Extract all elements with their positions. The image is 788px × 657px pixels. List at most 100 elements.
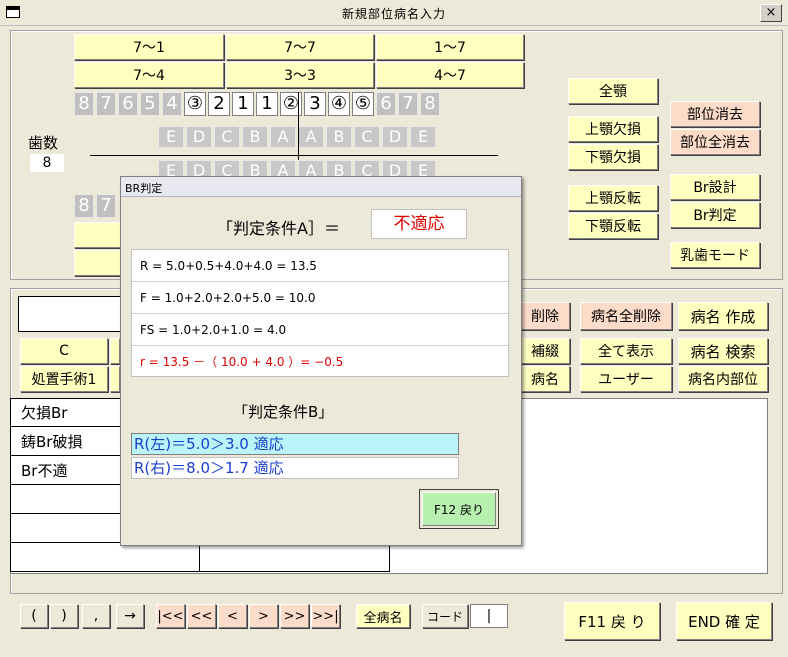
dialog-title: BR判定 xyxy=(121,177,521,197)
disease-button[interactable]: 病名 xyxy=(518,366,570,392)
tooth-count-value: 8 xyxy=(30,154,64,172)
delete-button[interactable]: 削除 xyxy=(518,302,570,330)
deciduous-tooth-button[interactable]: A xyxy=(298,126,324,148)
nav-button[interactable]: < xyxy=(218,604,247,628)
upper-missing-button[interactable]: 上顎欠損 xyxy=(568,116,658,142)
code-input[interactable]: | xyxy=(470,604,508,628)
treatment1-button[interactable]: 処置手術1 xyxy=(20,366,108,392)
tooth-button[interactable]: 8 xyxy=(74,194,94,218)
nav-button[interactable]: > xyxy=(249,604,278,628)
condition-b-left: R(左)＝5.0＞3.0 適応 xyxy=(131,433,459,455)
condition-a-label: 「判定条件A］＝ xyxy=(217,219,340,238)
search-name-button[interactable]: 病名 検索 xyxy=(678,338,768,364)
supplement-button[interactable]: 補綴 xyxy=(518,338,570,364)
end-confirm-button[interactable]: END 確 定 xyxy=(676,602,772,640)
nav-button[interactable]: << xyxy=(187,604,216,628)
tooth-button[interactable]: 3 xyxy=(304,92,326,116)
range-button-1-7[interactable]: 1～7 xyxy=(376,34,524,60)
br-judge-dialog: BR判定 「判定条件A］＝ 不適応 R = 5.0+0.5+4.0+4.0 = … xyxy=(120,176,522,546)
f12-back-button[interactable]: F12 戻り xyxy=(422,492,496,526)
create-name-button[interactable]: 病名 作成 xyxy=(678,302,768,330)
tooth-button[interactable]: 6 xyxy=(376,92,396,116)
paren-close-button[interactable]: ) xyxy=(50,604,78,628)
tooth-button[interactable]: 7 xyxy=(398,92,418,116)
arrow-button[interactable]: → xyxy=(116,604,144,628)
br-design-button[interactable]: Br設計 xyxy=(670,174,760,200)
range-button-lower-left-2[interactable] xyxy=(74,250,124,276)
calc-row-fs: FS = 1.0+2.0+1.0 = 4.0 xyxy=(132,314,508,346)
range-button-lower-left[interactable] xyxy=(74,222,124,248)
c-button[interactable]: C xyxy=(20,338,108,364)
tooth-button[interactable]: 8 xyxy=(420,92,440,116)
lower-missing-button[interactable]: 下顎欠損 xyxy=(568,144,658,170)
disease-list-item[interactable] xyxy=(10,543,200,572)
deciduous-tooth-button[interactable]: C xyxy=(354,126,380,148)
tooth-count-label: 歯数 xyxy=(28,134,59,152)
navigation-buttons: |<< << < > >> >>| xyxy=(156,604,346,628)
tooth-button[interactable]: ④ xyxy=(328,92,350,116)
calc-row-r-result: r = 13.5 －（ 10.0 + 4.0 ）= −0.5 xyxy=(140,354,344,369)
range-button-4-7[interactable]: 4～7 xyxy=(376,62,524,88)
deciduous-tooth-button[interactable]: B xyxy=(326,126,352,148)
upper-teeth-row: 87654③211②3④⑤678 xyxy=(74,92,524,116)
br-judge-button[interactable]: Br判定 xyxy=(670,202,760,228)
upper-invert-button[interactable]: 上顎反転 xyxy=(568,185,658,211)
tooth-button[interactable]: 1 xyxy=(256,92,278,116)
inner-site-button[interactable]: 病名内部位 xyxy=(678,366,768,392)
condition-b-right: R(右)＝8.0＞1.7 適応 xyxy=(131,457,459,479)
nav-button[interactable]: >>| xyxy=(311,604,340,628)
delete-all-names-button[interactable]: 病名全削除 xyxy=(580,302,672,330)
lower-invert-button[interactable]: 下顎反転 xyxy=(568,213,658,239)
range-button-7-4[interactable]: 7～4 xyxy=(74,62,224,88)
calc-row-f: F = 1.0+2.0+2.0+5.0 = 10.0 xyxy=(132,282,508,314)
tooth-button[interactable]: 5 xyxy=(140,92,160,116)
condition-b-label: 「判定条件B」 xyxy=(233,403,334,421)
tooth-button[interactable]: 2 xyxy=(208,92,230,116)
deciduous-tooth-button[interactable]: D xyxy=(186,126,212,148)
title-bar: 新規部位病名入力 × xyxy=(0,0,788,26)
comma-button[interactable]: , xyxy=(82,604,110,628)
primary-mode-button[interactable]: 乳歯モード xyxy=(670,242,760,268)
range-button-7-7[interactable]: 7～7 xyxy=(226,34,374,60)
nav-button[interactable]: >> xyxy=(280,604,309,628)
range-button-3-3[interactable]: 3～3 xyxy=(226,62,374,88)
hidden-button-2[interactable] xyxy=(110,366,120,392)
condition-a-result: 不適応 xyxy=(371,209,467,239)
lower-teeth-row: 87 xyxy=(74,194,122,218)
code-label: コード xyxy=(422,604,468,628)
all-jaw-button[interactable]: 全顎 xyxy=(568,78,658,104)
tooth-button[interactable]: 4 xyxy=(162,92,182,116)
deciduous-tooth-button[interactable]: E xyxy=(410,126,436,148)
tooth-button[interactable]: 7 xyxy=(96,92,116,116)
all-names-button[interactable]: 全病名 xyxy=(356,604,410,628)
deciduous-tooth-button[interactable]: D xyxy=(382,126,408,148)
calculation-panel: R = 5.0+0.5+4.0+4.0 = 13.5 F = 1.0+2.0+2… xyxy=(131,249,509,377)
deciduous-tooth-button[interactable]: B xyxy=(242,126,268,148)
tooth-button[interactable]: 6 xyxy=(118,92,138,116)
window-title: 新規部位病名入力 xyxy=(341,7,446,21)
tooth-button[interactable]: ⑤ xyxy=(352,92,374,116)
hidden-button-1[interactable] xyxy=(110,338,120,364)
f11-back-button[interactable]: F11 戻 り xyxy=(564,602,660,640)
tooth-button[interactable]: ③ xyxy=(184,92,206,116)
paren-open-button[interactable]: ( xyxy=(20,604,48,628)
deciduous-tooth-button[interactable]: E xyxy=(158,126,184,148)
calc-row-r: R = 5.0+0.5+4.0+4.0 = 13.5 xyxy=(132,250,508,282)
jaw-divider-horizontal xyxy=(90,155,498,156)
site-delete-button[interactable]: 部位消去 xyxy=(670,101,760,127)
tooth-button[interactable]: 7 xyxy=(96,194,116,218)
close-button[interactable]: × xyxy=(760,4,782,22)
disease-list-item[interactable] xyxy=(200,543,390,572)
deciduous-tooth-button[interactable]: A xyxy=(270,126,296,148)
f12-button-frame: F12 戻り xyxy=(419,489,499,529)
tooth-button[interactable]: 8 xyxy=(74,92,94,116)
disease-name-field[interactable] xyxy=(18,296,122,332)
tooth-button[interactable]: 1 xyxy=(232,92,254,116)
nav-button[interactable]: |<< xyxy=(156,604,185,628)
deciduous-tooth-button[interactable]: C xyxy=(214,126,240,148)
deciduous-upper-row: EDCBAABCDE xyxy=(158,126,440,148)
site-delete-all-button[interactable]: 部位全消去 xyxy=(670,129,760,155)
show-all-button[interactable]: 全て表示 xyxy=(580,338,672,364)
range-button-7-1[interactable]: 7～1 xyxy=(74,34,224,60)
user-button[interactable]: ユーザー xyxy=(580,366,672,392)
